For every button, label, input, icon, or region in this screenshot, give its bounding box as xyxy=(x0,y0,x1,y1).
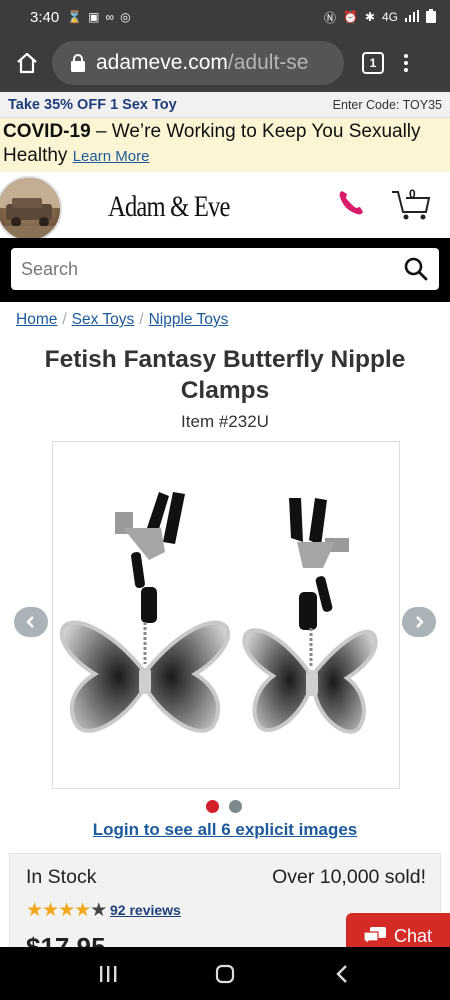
star-icon: ★ xyxy=(90,900,107,921)
promo-code: Enter Code: TOY35 xyxy=(332,97,442,112)
covid-label: COVID-19 xyxy=(3,121,91,142)
covid-banner: COVID-19 – We’re Working to Keep You Sex… xyxy=(0,118,450,172)
carousel-dots xyxy=(206,800,242,813)
tab-switcher-button[interactable]: 1 xyxy=(362,52,384,74)
back-icon xyxy=(335,964,347,983)
promo-offer[interactable]: Take 35% OFF 1 Sex Toy xyxy=(8,97,177,113)
system-nav-bar xyxy=(0,947,450,1000)
chat-icon xyxy=(363,927,386,945)
browser-toolbar: adameve.com/adult-se 1 xyxy=(0,34,450,92)
carousel-prev-button[interactable] xyxy=(14,607,48,637)
cart-button[interactable]: 0 xyxy=(390,186,432,222)
overflow-menu-button[interactable] xyxy=(400,54,412,72)
hourglass-icon: ⌛ xyxy=(67,10,83,24)
alarm-icon: ⏰ xyxy=(342,10,358,24)
home-icon xyxy=(17,52,37,74)
product-image[interactable] xyxy=(52,441,400,789)
voicemail-icon: ∞ xyxy=(105,10,115,24)
address-bar[interactable]: adameve.com/adult-se xyxy=(52,41,344,85)
item-number: Item #232U xyxy=(181,412,269,431)
phone-icon xyxy=(339,191,363,215)
breadcrumb-separator: / xyxy=(62,311,67,328)
screen: 3:40 ⌛ ▣ ∞ ◎ Ⓝ ⏰ ✱ 4G adameve.com/adult-… xyxy=(0,0,450,1000)
carousel-dot-2[interactable] xyxy=(229,800,242,813)
star-icon: ★ xyxy=(74,900,91,921)
breadcrumb-home[interactable]: Home xyxy=(16,311,57,328)
nfc-icon: Ⓝ xyxy=(323,10,336,25)
home-nav-button[interactable] xyxy=(205,954,245,994)
carousel-next-button[interactable] xyxy=(402,607,436,637)
chevron-left-icon xyxy=(26,616,34,628)
url-path: /adult-se xyxy=(227,51,309,74)
bluetooth-icon: ✱ xyxy=(364,10,375,24)
search-icon[interactable] xyxy=(403,256,429,282)
cart-count: 0 xyxy=(409,187,416,201)
home-circle-icon xyxy=(215,964,235,983)
site-header: Adam & Eve 0 xyxy=(0,172,450,242)
back-button[interactable] xyxy=(322,954,362,994)
notification-icons: ⌛ ▣ ∞ ◎ xyxy=(67,10,130,24)
chevron-right-icon xyxy=(416,616,424,628)
status-time: 3:40 xyxy=(30,8,60,26)
product-title: Fetish Fantasy Butterfly Nipple Clamps xyxy=(44,346,406,404)
breadcrumb: Home / Sex Toys / Nipple Toys xyxy=(16,311,228,329)
breadcrumb-sex-toys[interactable]: Sex Toys xyxy=(72,311,135,328)
battery-icon xyxy=(426,8,436,26)
signal-icon xyxy=(405,9,419,25)
breadcrumb-separator: / xyxy=(139,311,144,328)
star-icon: ★ xyxy=(26,900,43,921)
system-icons: Ⓝ ⏰ ✱ 4G xyxy=(323,8,436,26)
site-logo[interactable]: Adam & Eve xyxy=(108,190,230,224)
messenger-icon: ◎ xyxy=(120,10,131,24)
login-explicit-images-link[interactable]: Login to see all 6 explicit images xyxy=(0,820,450,840)
avatar[interactable] xyxy=(0,176,62,242)
status-bar: 3:40 ⌛ ▣ ∞ ◎ Ⓝ ⏰ ✱ 4G xyxy=(0,0,450,34)
star-icon: ★ xyxy=(58,900,75,921)
chat-label: Chat xyxy=(393,925,433,946)
search-input[interactable] xyxy=(21,258,403,280)
url-text: adameve.com/adult-se xyxy=(96,51,308,75)
breadcrumb-nipple-toys[interactable]: Nipple Toys xyxy=(149,311,229,328)
bag-icon: ▣ xyxy=(88,10,100,24)
promo-bar[interactable]: Take 35% OFF 1 Sex Toy Enter Code: TOY35 xyxy=(0,92,450,118)
learn-more-link[interactable]: Learn More xyxy=(73,148,150,165)
stock-status: In Stock xyxy=(26,866,97,888)
search-bar xyxy=(0,238,450,302)
url-host: adameve.com xyxy=(96,51,228,74)
sold-count: Over 10,000 sold! xyxy=(272,866,426,888)
dot xyxy=(404,54,408,58)
dot xyxy=(404,61,408,65)
dot xyxy=(404,68,408,72)
product-photo xyxy=(59,492,378,734)
avatar-image xyxy=(0,178,60,240)
rating-stars: ★★★★★ xyxy=(26,899,107,922)
phone-button[interactable] xyxy=(336,188,366,218)
carousel-dot-1[interactable] xyxy=(206,800,219,813)
4g-icon: 4G xyxy=(381,10,398,24)
reviews-link[interactable]: 92 reviews xyxy=(110,902,181,918)
home-button[interactable] xyxy=(10,46,44,80)
recents-button[interactable] xyxy=(88,954,128,994)
star-icon: ★ xyxy=(42,900,59,921)
lock-icon xyxy=(71,54,85,72)
recents-icon xyxy=(100,965,117,982)
search-box xyxy=(11,248,439,290)
